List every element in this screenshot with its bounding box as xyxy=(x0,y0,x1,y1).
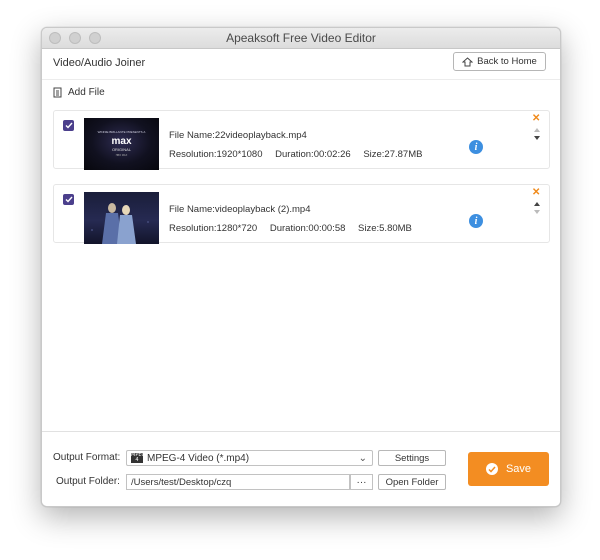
save-button[interactable]: Save xyxy=(468,452,549,486)
file-name: File Name:22videoplayback.mp4 xyxy=(169,130,307,141)
file-checkbox[interactable] xyxy=(63,194,74,205)
file-metadata: Resolution:1920*1080 Duration:00:02:26 S… xyxy=(169,149,432,160)
move-up-icon[interactable] xyxy=(534,202,540,206)
checkmark-icon xyxy=(65,196,73,203)
output-folder-input[interactable]: /Users/test/Desktop/czq xyxy=(126,474,350,490)
open-folder-button[interactable]: Open Folder xyxy=(378,474,446,490)
file-name: File Name:videoplayback (2).mp4 xyxy=(169,204,311,215)
remove-file-icon[interactable]: ✕ xyxy=(532,114,540,124)
info-icon[interactable]: i xyxy=(469,214,483,228)
add-file-button[interactable]: Add File xyxy=(53,87,105,98)
add-file-label: Add File xyxy=(68,87,105,98)
file-duration: Duration:00:00:58 xyxy=(269,223,346,234)
chevron-down-icon: ⌄ xyxy=(358,453,367,464)
thumbnail-watermark: HBO MAX xyxy=(115,154,128,157)
file-metadata: Resolution:1280*720 Duration:00:00:58 Si… xyxy=(169,223,422,234)
thumbnail-brand: max xyxy=(111,136,132,147)
window-title: Apeaksoft Free Video Editor xyxy=(226,31,376,45)
file-checkbox[interactable] xyxy=(63,120,74,131)
output-format-value: MPEG-4 Video (*.mp4) xyxy=(147,452,250,464)
thumbnail-caption: WINNIE BRILLANTE PRESENTS A xyxy=(97,130,146,134)
checkmark-icon xyxy=(65,122,73,129)
add-file-icon xyxy=(53,87,62,98)
file-resolution: Resolution:1280*720 xyxy=(169,223,258,234)
settings-button[interactable]: Settings xyxy=(378,450,446,466)
file-duration: Duration:00:02:26 xyxy=(275,149,351,160)
output-format-label: Output Format: xyxy=(53,452,121,463)
video-thumbnail xyxy=(84,192,159,244)
page-title: Video/Audio Joiner xyxy=(53,57,146,69)
home-icon xyxy=(462,56,474,66)
move-down-icon[interactable] xyxy=(534,210,540,214)
remove-file-icon[interactable]: ✕ xyxy=(532,188,540,198)
app-window: Apeaksoft Free Video Editor Video/Audio … xyxy=(41,27,561,507)
thumbnail-figures xyxy=(91,203,149,244)
output-panel: Output Format: MPEG 4 MPEG-4 Video (*.mp… xyxy=(42,431,560,506)
thumbnail-subtitle: ORIGINAL xyxy=(111,147,132,152)
save-label: Save xyxy=(505,463,532,475)
browse-folder-button[interactable]: ··· xyxy=(350,474,373,490)
title-bar: Apeaksoft Free Video Editor xyxy=(42,28,560,49)
output-format-select[interactable]: MPEG 4 MPEG-4 Video (*.mp4) ⌄ xyxy=(126,450,373,466)
file-item: WINNIE BRILLANTE PRESENTS A max ORIGINAL… xyxy=(53,110,550,170)
file-resolution: Resolution:1920*1080 xyxy=(169,149,263,160)
file-item: File Name:videoplayback (2).mp4 Resoluti… xyxy=(53,184,550,244)
file-size: Size:5.80MB xyxy=(358,223,412,234)
mpeg4-format-icon: MPEG 4 xyxy=(131,452,146,463)
move-up-icon[interactable] xyxy=(534,128,540,132)
move-down-icon[interactable] xyxy=(534,136,540,140)
back-to-home-label: Back to Home xyxy=(477,56,537,67)
back-to-home-button[interactable]: Back to Home xyxy=(453,52,546,71)
file-size: Size:27.87MB xyxy=(363,149,423,160)
info-icon[interactable]: i xyxy=(469,140,483,154)
output-folder-label: Output Folder: xyxy=(56,476,120,487)
page-header: Video/Audio Joiner Back to Home xyxy=(42,49,560,80)
video-thumbnail: WINNIE BRILLANTE PRESENTS A max ORIGINAL… xyxy=(84,118,159,170)
check-circle-icon xyxy=(485,463,498,475)
